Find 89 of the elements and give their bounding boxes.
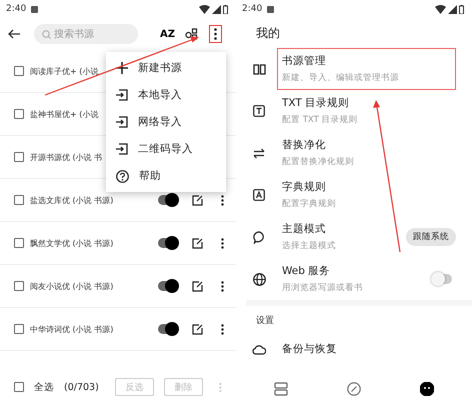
wifi-icon (435, 4, 446, 14)
globe-icon (252, 272, 266, 286)
wifi-icon (199, 4, 210, 14)
checkbox[interactable] (14, 382, 24, 392)
setting-title: 备份与恢复 (282, 342, 337, 356)
edit-icon[interactable] (192, 324, 203, 334)
toggle-switch[interactable] (158, 238, 176, 248)
speech-bubble-icon (252, 230, 266, 244)
battery-icon (223, 4, 228, 14)
signal-icon (212, 4, 221, 14)
more-icon[interactable] (221, 238, 224, 248)
setting-subtitle: 配置替换净化规则 (282, 156, 355, 168)
battery-icon (459, 4, 464, 14)
setting-title: Web 服务 (282, 264, 332, 278)
menu-item[interactable]: 二维码导入 (106, 136, 226, 163)
source-name: 开源书源优 (小说 书 (30, 152, 102, 162)
toggle-switch[interactable] (158, 324, 176, 334)
compass-icon[interactable] (346, 382, 361, 396)
setting-subtitle: 用浏览器写源或看书 (282, 282, 364, 294)
source-name: 阅友小说优 (小说 书源) (30, 280, 114, 292)
source-name: 盐选文库优 (小说 书源) (30, 194, 114, 206)
edit-icon[interactable] (192, 280, 203, 292)
toggle-switch[interactable] (158, 195, 176, 205)
setting-title: 主题模式 (282, 222, 327, 236)
source-name: 盐神书屋优+ (小说 (30, 108, 98, 120)
profile-icon[interactable] (420, 382, 434, 396)
import-icon (116, 88, 128, 101)
setting-title: TXT 目录规则 (282, 96, 350, 110)
menu-item[interactable]: 帮助 (106, 162, 226, 190)
menu-item[interactable]: 新建书源 (106, 54, 226, 82)
more-icon[interactable] (221, 194, 224, 206)
bookshelf-icon[interactable] (274, 382, 288, 396)
source-name: 飘然文学优 (小说 书源) (30, 238, 114, 248)
back-icon[interactable] (8, 29, 20, 39)
setting-title: 替换净化 (282, 138, 327, 152)
more-icon[interactable] (221, 280, 224, 292)
select-all-label: 全选 (34, 380, 54, 394)
notification-icon (31, 6, 38, 12)
book-icon (252, 64, 266, 74)
checkbox[interactable] (14, 66, 24, 76)
page-title: 我的 (256, 24, 280, 42)
search-icon (42, 30, 51, 38)
help-icon (116, 170, 129, 183)
checkbox[interactable] (14, 324, 24, 334)
sort-button[interactable]: AZ (160, 28, 175, 40)
edit-icon[interactable] (192, 238, 203, 248)
checkbox[interactable] (14, 109, 24, 119)
checkbox[interactable] (14, 195, 24, 205)
setting-title: 书源管理 (282, 54, 327, 68)
setting-item[interactable]: 替换净化 配置替换净化规则 (277, 132, 456, 174)
notification-icon (267, 6, 274, 12)
source-name: 阅读库子优+ (小说 (30, 66, 98, 76)
setting-subtitle: 选择主题模式 (282, 240, 337, 252)
setting-subtitle: 配置 TXT 目录规则 (282, 114, 358, 126)
swap-icon (253, 148, 265, 158)
toggle-switch[interactable] (434, 274, 452, 284)
highlight-frame[interactable]: 书源管理 新建、导入、编辑或管理书源 (277, 48, 456, 90)
checkbox[interactable] (14, 238, 24, 248)
source-name: 中华诗词优 (小说 书源) (30, 324, 114, 334)
import-icon (116, 116, 128, 128)
setting-item[interactable]: 主题模式 选择主题模式 (277, 216, 406, 258)
menu-item[interactable]: 网络导入 (106, 108, 226, 136)
toggle-switch[interactable] (158, 281, 176, 291)
setting-subtitle: 新建、导入、编辑或管理书源 (282, 72, 400, 84)
theme-chip[interactable]: 跟随系统 (406, 228, 456, 246)
menu-item[interactable]: 本地导入 (106, 81, 226, 108)
section-header: 设置 (256, 314, 274, 326)
setting-item[interactable]: Web 服务 用浏览器写源或看书 (277, 258, 434, 300)
more-button[interactable] (209, 25, 222, 43)
search-field[interactable]: 搜索书源 (34, 24, 138, 44)
setting-item[interactable]: TXT 目录规则 配置 TXT 目录规则 (277, 90, 456, 132)
checkbox[interactable] (14, 152, 24, 162)
cloud-icon (252, 344, 266, 354)
import-icon (116, 143, 128, 156)
selection-count: (0/703) (64, 382, 99, 392)
group-icon (185, 28, 199, 40)
more-icon (214, 28, 217, 40)
edit-icon[interactable] (192, 194, 203, 206)
setting-item[interactable]: 字典规则 配置字典规则 (277, 174, 456, 216)
plus-icon (116, 62, 128, 74)
status-time: 2:40 (242, 4, 262, 14)
status-time: 2:40 (6, 4, 26, 14)
checkbox[interactable] (14, 281, 24, 291)
text-file-icon (253, 105, 265, 117)
signal-icon (448, 4, 457, 14)
more-icon[interactable] (221, 324, 224, 334)
dictionary-icon (253, 189, 265, 201)
setting-title: 字典规则 (282, 180, 327, 194)
setting-subtitle: 配置字典规则 (282, 198, 337, 210)
